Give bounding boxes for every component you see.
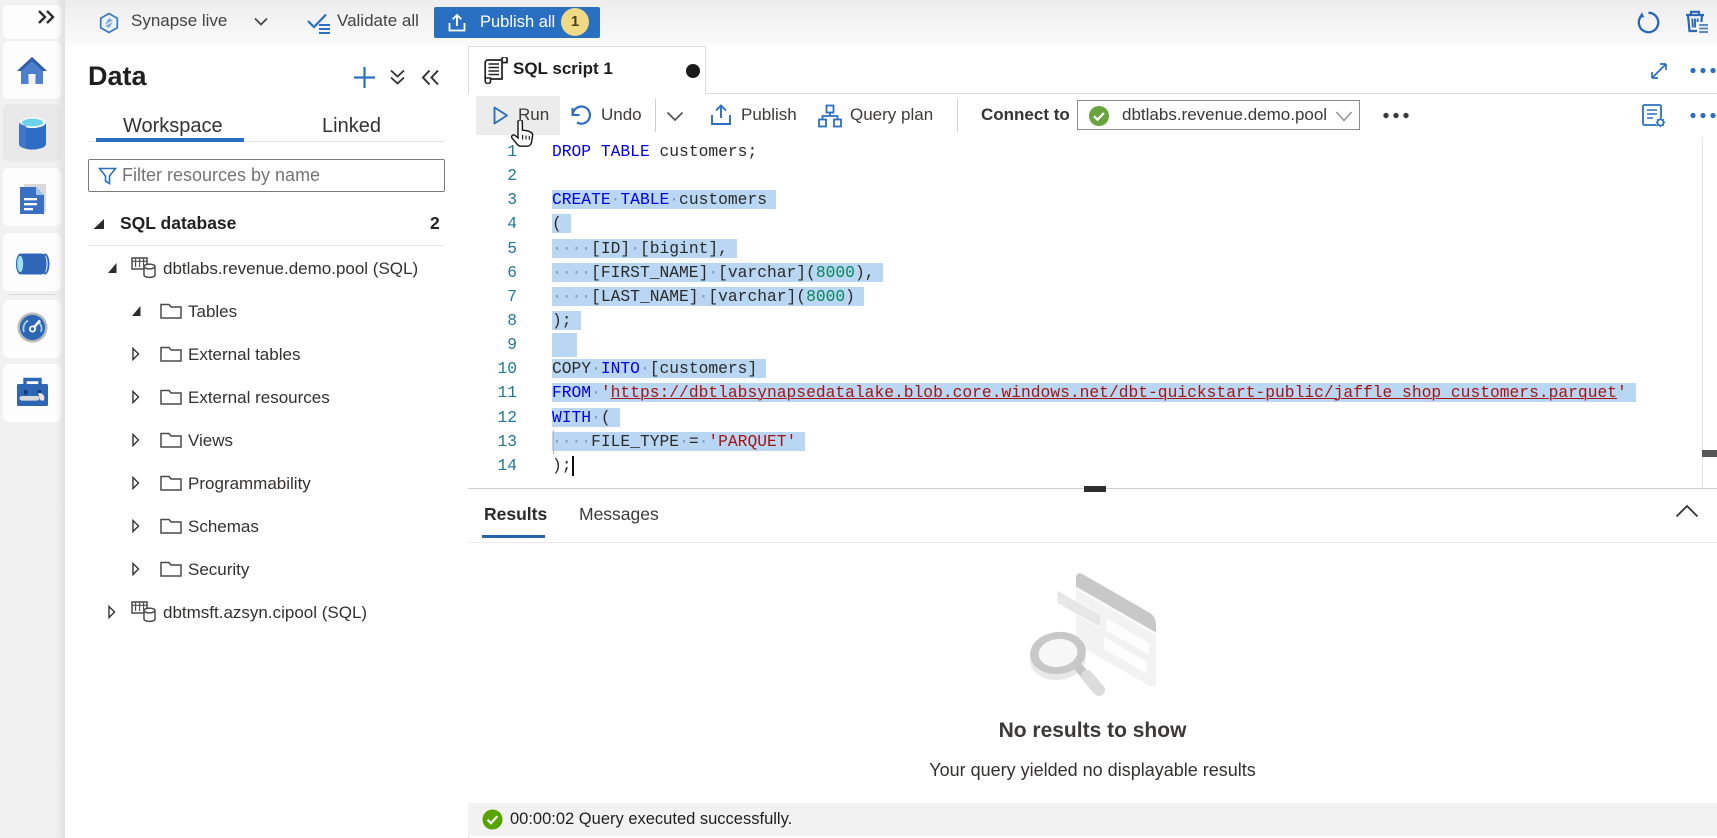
svg-text:External tables: External tables [188, 345, 300, 364]
svg-text:dbtlabs.revenue.demo.pool (SQL: dbtlabs.revenue.demo.pool (SQL) [163, 259, 418, 278]
svg-text:External resources: External resources [188, 388, 330, 407]
svg-text:Tables: Tables [188, 302, 237, 321]
svg-text:Security: Security [188, 560, 250, 579]
svg-text:Views: Views [188, 431, 233, 450]
svg-text:dbtmsft.azsyn.cipool (SQL): dbtmsft.azsyn.cipool (SQL) [163, 603, 367, 622]
svg-text:Programmability: Programmability [188, 474, 311, 493]
svg-text:Schemas: Schemas [188, 517, 259, 536]
